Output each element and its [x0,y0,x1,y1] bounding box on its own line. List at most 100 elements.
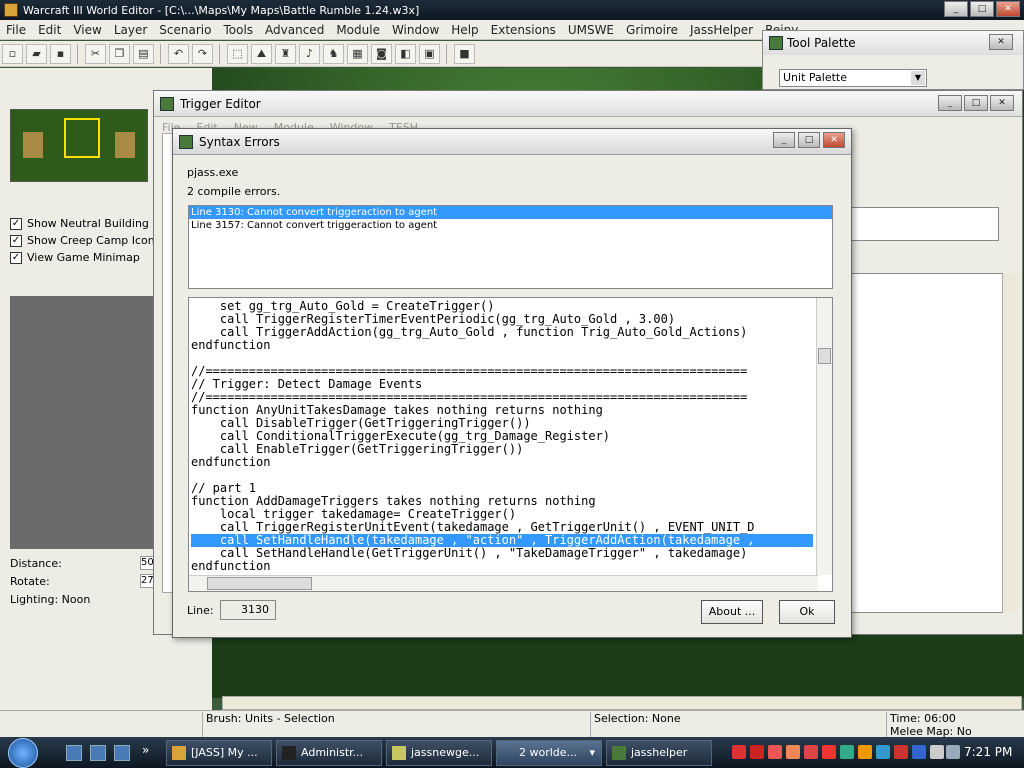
campaign-editor-icon[interactable]: ▦ [347,43,368,64]
task-label: jasshelper [631,746,688,759]
tray-app-icon[interactable] [768,745,782,759]
import-manager-icon[interactable]: ◧ [395,43,416,64]
tray-network-icon[interactable] [946,745,960,759]
checkbox-row-creep-camps[interactable]: ✓ Show Creep Camp Icons [10,234,161,247]
scroll-thumb[interactable] [207,577,312,590]
terrain-editor-icon[interactable]: ⛰ [251,43,272,64]
menu-file[interactable]: File [0,23,32,37]
copy-icon[interactable]: ❐ [109,43,130,64]
menu-edit[interactable]: Edit [32,23,67,37]
trigger-editor-maximize-button[interactable]: □ [964,95,988,111]
error-list[interactable]: Line 3130: Cannot convert triggeraction … [188,205,833,289]
status-selection: Selection: None [590,712,886,737]
show-desktop-icon[interactable] [66,745,82,761]
menu-module[interactable]: Module [330,23,386,37]
doodad-editor-icon[interactable]: ♜ [275,43,296,64]
ie-icon[interactable] [114,745,130,761]
map-horizontal-scrollbar[interactable] [222,696,1022,710]
checkbox-row-game-minimap[interactable]: ✓ View Game Minimap [10,251,140,264]
undo-icon[interactable]: ↶ [168,43,189,64]
switch-windows-icon[interactable] [90,745,106,761]
tray-app-icon[interactable] [858,745,872,759]
trigger-comment-panel[interactable] [844,207,999,241]
tray-app-icon[interactable] [822,745,836,759]
about-button[interactable]: About ... [701,600,763,624]
menu-extensions[interactable]: Extensions [485,23,562,37]
checkbox-game-minimap[interactable]: ✓ [10,251,22,264]
ok-button[interactable]: Ok [779,600,835,624]
error-item[interactable]: Line 3157: Cannot convert triggeraction … [189,219,832,232]
palette-select[interactable]: Unit Palette ▼ [779,69,927,87]
syntax-errors-dialog: Syntax Errors _ □ ✕ pjass.exe 2 compile … [172,128,852,638]
redo-icon[interactable]: ↷ [192,43,213,64]
tray-app-icon[interactable] [912,745,926,759]
close-button[interactable]: ✕ [996,1,1020,17]
trigger-editor-vertical-scrollbar[interactable] [1002,273,1018,613]
tool-palette-close-button[interactable]: ✕ [989,34,1013,50]
tray-security-icon[interactable] [750,745,764,759]
task-jassnewgen[interactable]: jassnewge... [386,740,492,766]
code-view[interactable]: set gg_trg_Auto_Gold = CreateTrigger() c… [188,297,833,592]
quicklaunch-overflow-icon[interactable]: » [142,743,149,757]
folder-icon [392,746,406,760]
ai-editor-icon[interactable]: ◙ [371,43,392,64]
select-icon[interactable]: ⬚ [227,43,248,64]
tool-palette-title-bar: Tool Palette ✕ [763,31,1023,55]
tray-app-icon[interactable] [786,745,800,759]
maximize-button[interactable]: □ [970,1,994,17]
cmd-icon [282,746,296,760]
trigger-editor-close-button[interactable]: ✕ [990,95,1014,111]
task-jass-forum[interactable]: [JASS] My ... [166,740,272,766]
start-button[interactable] [8,738,38,768]
error-item[interactable]: Line 3130: Cannot convert triggeraction … [189,206,832,219]
rotate-field[interactable]: 27 [140,574,154,588]
tray-app-icon[interactable] [894,745,908,759]
save-icon[interactable]: ▪ [50,43,71,64]
tray-network-icon[interactable] [876,745,890,759]
cut-icon[interactable]: ✂ [85,43,106,64]
new-map-icon[interactable]: ▫ [2,43,23,64]
tray-volume-icon[interactable] [930,745,944,759]
tray-app-icon[interactable] [804,745,818,759]
syntax-maximize-button[interactable]: □ [798,132,820,148]
menu-help[interactable]: Help [445,23,484,37]
scroll-thumb[interactable] [818,348,831,364]
test-map-icon[interactable]: ■ [454,43,475,64]
distance-field[interactable]: 50 [140,556,154,570]
paste-icon[interactable]: ▤ [133,43,154,64]
chevron-down-icon[interactable]: ▼ [911,71,925,85]
tray-app-icon[interactable] [732,745,746,759]
menu-advanced[interactable]: Advanced [259,23,330,37]
checkbox-neutral-buildings[interactable]: ✓ [10,217,22,230]
syntax-minimize-button[interactable]: _ [773,132,795,148]
clock[interactable]: 7:21 PM [964,745,1012,759]
code-horizontal-scrollbar[interactable] [189,575,818,591]
minimap[interactable] [10,109,148,182]
chevron-down-icon[interactable]: ▾ [589,741,595,765]
trigger-code-panel[interactable] [844,273,1014,613]
code-line: // part 1 [191,482,257,495]
checkbox-creep-camps[interactable]: ✓ [10,234,22,247]
menu-layer[interactable]: Layer [108,23,153,37]
menu-scenario[interactable]: Scenario [153,23,217,37]
code-line: // Trigger: Detect Damage Events [191,378,423,391]
task-administrator[interactable]: Administr... [276,740,382,766]
menu-view[interactable]: View [67,23,107,37]
object-manager-icon[interactable]: ▣ [419,43,440,64]
menu-tools[interactable]: Tools [217,23,259,37]
tool-palette-icon [769,36,783,50]
task-jasshelper[interactable]: jasshelper [606,740,712,766]
menu-jasshelper[interactable]: JassHelper [684,23,759,37]
tray-app-icon[interactable] [840,745,854,759]
open-folder-icon[interactable]: ▰ [26,43,47,64]
object-editor-icon[interactable]: ♞ [323,43,344,64]
menu-window[interactable]: Window [386,23,445,37]
task-worldedit-group[interactable]: 2 worlde... ▾ [496,740,602,766]
code-vertical-scrollbar[interactable] [816,298,832,575]
sound-editor-icon[interactable]: ♪ [299,43,320,64]
menu-grimoire[interactable]: Grimoire [620,23,684,37]
syntax-close-button[interactable]: ✕ [823,132,845,148]
minimize-button[interactable]: _ [944,1,968,17]
trigger-editor-minimize-button[interactable]: _ [938,95,962,111]
menu-umswe[interactable]: UMSWE [562,23,620,37]
